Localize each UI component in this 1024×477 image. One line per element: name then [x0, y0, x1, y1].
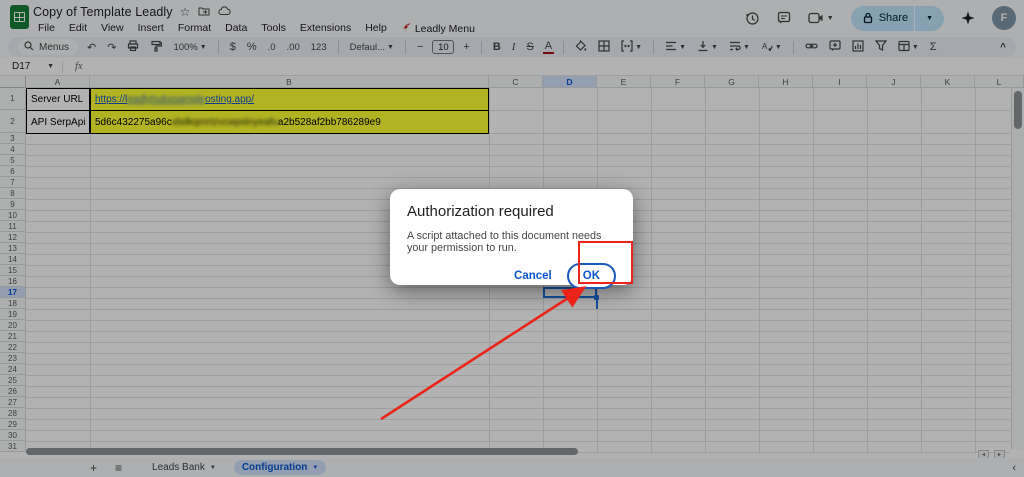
dialog-body: A script attached to this document needs… — [407, 230, 616, 254]
cancel-button[interactable]: Cancel — [514, 270, 552, 282]
dialog-title: Authorization required — [407, 203, 616, 220]
ok-button[interactable]: OK — [567, 263, 616, 289]
authorization-dialog: Authorization required A script attached… — [390, 189, 633, 285]
google-sheets-app: Copy of Template Leadly ☆ FileEditViewIn… — [0, 0, 1024, 477]
